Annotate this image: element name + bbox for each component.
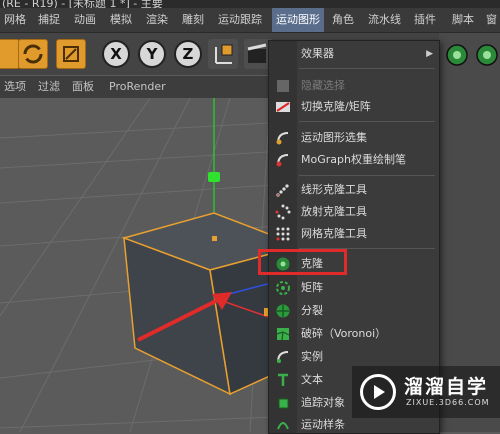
menu-pipeline[interactable]: 流水线 [368,8,401,32]
radial-clone-tool-icon [275,204,291,220]
menu-item-fracture[interactable]: 分裂 [269,300,439,322]
scale-tool-button[interactable] [56,39,86,69]
y-axis-handle[interactable] [208,172,220,182]
menu-item-mograph-selection[interactable]: 运动图形选集 [269,127,439,149]
menu-bar: 网格 捕捉 动画 模拟 渲染 雕刻 运动跟踪 运动图形 角色 流水线 插件 脚本… [0,8,500,33]
menu-mograph[interactable]: 运动图形 [272,8,324,32]
menu-item-effectors[interactable]: 效果器 ▶ [269,43,439,65]
menu-render[interactable]: 渲染 [146,8,168,32]
mograph-weight-brush-icon [276,154,289,167]
title-bar: (RE - R19) - [未标题 1 *] - 主要 [0,0,500,10]
cloner-highlight-box [258,249,347,275]
watermark-url: ZIXUE.3D66.COM [406,398,490,407]
matrix-icon [276,281,290,295]
cloner-gear-icon[interactable] [439,33,500,93]
play-triangle-icon [374,385,385,399]
menu-simulate[interactable]: 模拟 [110,8,132,32]
tracer-icon [278,398,289,409]
text-icon [278,373,288,386]
rotate-icon [23,44,43,64]
coordinate-system-button[interactable] [208,39,238,69]
z-axis-lock-button[interactable]: Z [174,40,202,68]
menu-motion-tracker[interactable]: 运动跟踪 [218,8,262,32]
x-axis-lock-button[interactable]: X [102,40,130,68]
submenu-arrow-icon: ▶ [426,49,433,59]
world-coordinate-icon [215,44,233,64]
toggle-clone-matrix-icon [276,102,290,112]
menu-mesh[interactable]: 网格 [4,8,26,32]
menu-item-label: 线形克隆工具 [301,183,367,196]
menu-item-toggle-clone-matrix[interactable]: 切换克隆/矩阵 [269,96,439,118]
menu-item-label: 网格克隆工具 [301,227,367,240]
menu-item-matrix[interactable]: 矩阵 [269,277,439,299]
menu-item-label: 实例 [301,350,323,363]
viewport-menu-filter[interactable]: 过滤 [38,76,60,98]
watermark-title: 溜溜自学 [404,376,489,398]
instance-icon [277,351,289,363]
menu-item-mograph-weight-brush[interactable]: MoGraph权重绘制笔 [269,149,439,171]
scale-icon [63,46,79,62]
menu-item-label: 矩阵 [301,281,323,294]
viewport-menu-panel[interactable]: 面板 [72,76,94,98]
menu-script[interactable]: 脚本 [452,8,474,32]
menu-item-label: 放射克隆工具 [301,205,367,218]
watermark: 溜溜自学 ZIXUE.3D66.COM [352,366,500,418]
play-logo-icon [360,374,396,410]
hide-selection-icon [277,80,289,92]
menu-separator [299,121,435,122]
point-handle[interactable] [212,236,217,241]
viewport-menu-prorender[interactable]: ProRender [109,76,166,98]
menu-item-label: 文本 [301,373,323,386]
menu-item-label: 分裂 [301,304,323,317]
menu-item-label: MoGraph权重绘制笔 [301,153,406,166]
menu-separator [299,175,435,176]
menu-item-grid-clone-tool[interactable]: 网格克隆工具 [269,223,439,245]
menu-item-label: 运动样条 [301,418,345,431]
mospline-icon [277,422,289,430]
fracture-icon [276,304,290,318]
y-axis-lock-button[interactable]: Y [138,40,166,68]
menu-item-label: 隐藏选择 [301,79,345,92]
menu-item-radial-clone-tool[interactable]: 放射克隆工具 [269,201,439,223]
tool-button-partial[interactable] [0,39,20,69]
voronoi-fracture-icon [276,328,290,341]
mograph-selection-icon [276,132,289,145]
viewport-menu-options[interactable]: 选项 [4,76,26,98]
menu-item-label: 运动图形选集 [301,131,367,144]
menu-item-linear-clone-tool[interactable]: 线形克隆工具 [269,179,439,201]
menu-sculpt[interactable]: 雕刻 [182,8,204,32]
menu-window[interactable]: 窗 [486,8,497,32]
menu-separator [299,68,435,69]
menu-item-label: 效果器 [301,47,334,60]
menu-item-voronoi-fracture[interactable]: 破碎（Voronoi） [269,323,439,345]
menu-item-label: 破碎（Voronoi） [301,327,387,340]
menu-item-hide-selection: 隐藏选择 [269,75,439,97]
menu-snap[interactable]: 捕捉 [38,8,60,32]
menu-animate[interactable]: 动画 [74,8,96,32]
menu-item-instance[interactable]: 实例 [269,346,439,368]
menu-item-label: 追踪对象 [301,396,345,409]
rotate-tool-button[interactable] [18,39,48,69]
linear-clone-tool-icon [276,184,289,197]
menu-character[interactable]: 角色 [332,8,354,32]
menu-plugins[interactable]: 插件 [414,8,436,32]
menu-item-label: 切换克隆/矩阵 [301,100,371,113]
grid-clone-tool-icon [276,227,290,241]
